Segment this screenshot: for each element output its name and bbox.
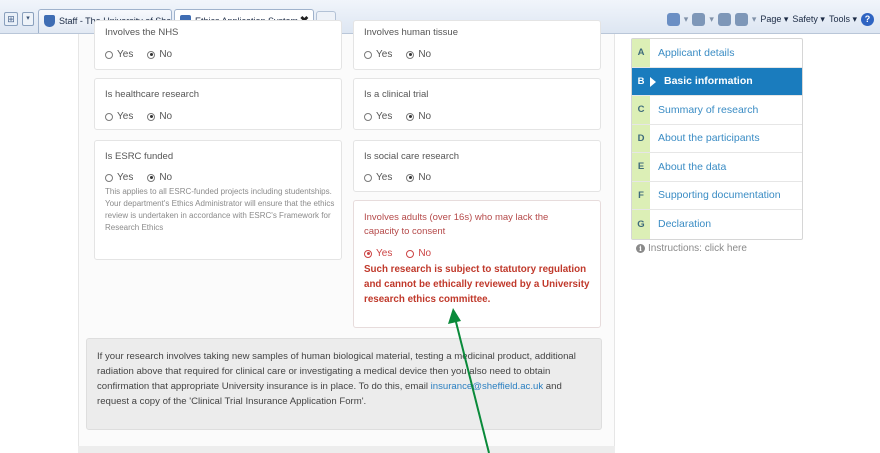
radio-no-label: No [418,172,432,183]
current-section-arrow-icon [650,76,656,87]
radio-group-clinical-trial: Yes No [364,111,431,122]
radio-yes[interactable] [364,112,372,121]
radio-yes[interactable] [364,173,372,182]
radio-yes-label: Yes [117,172,134,183]
question-label: Is healthcare research [105,89,199,100]
radio-yes-label: Yes [376,248,393,259]
safety-menu[interactable]: Safety ▾ [792,14,825,25]
shield-favicon-icon [44,15,55,27]
feeds-icon[interactable] [692,12,706,26]
radio-no-label: No [418,248,432,259]
section-navigation: A Applicant details B Basic information CS… [631,38,803,240]
radio-yes-label: Yes [117,111,134,122]
radio-no[interactable] [406,112,415,121]
nav-label: Summary of research [658,103,759,116]
radio-no-label: No [159,111,173,122]
page-footer-strip [78,446,615,453]
home-icon[interactable] [666,12,680,26]
radio-no[interactable] [147,50,156,59]
radio-yes-label: Yes [376,111,393,122]
question-label: Is a clinical trial [364,89,429,100]
radio-no-label: No [159,49,173,60]
radio-no-label: No [418,111,432,122]
question-card-clinical-trial: Is a clinical trial Yes No [353,78,601,130]
esrc-help-text: This applies to all ESRC-funded projects… [105,187,335,232]
nav-letter: F [632,181,650,209]
mail-icon[interactable] [717,12,731,26]
tab-list-dropdown-icon[interactable]: ▾ [22,12,34,26]
statutory-regulation-warning: Such research is subject to statutory re… [364,264,590,305]
nav-item-about-the-participants[interactable]: D About the participants [632,124,802,153]
radio-no[interactable] [147,173,156,182]
radio-yes[interactable] [105,50,113,59]
instructions-label: Instructions: click here [648,243,747,254]
nav-label: Applicant details [658,46,735,59]
command-bar: ▾ ▾ ▾ Page ▾ Safety ▾ Tools ▾ ? [666,11,874,27]
radio-group-social-care: Yes No [364,172,431,183]
radio-no[interactable] [406,249,415,258]
nav-item-applicant-details[interactable]: A Applicant details [632,39,802,68]
radio-no[interactable] [406,50,415,59]
question-label: Involves the NHS [105,27,179,38]
nav-item-supporting-documentation[interactable]: F Supporting documentation [632,181,802,210]
radio-group-nhs: Yes No [105,49,172,60]
radio-no-label: No [418,49,432,60]
help-icon[interactable]: ? [861,12,874,26]
nav-letter: A [632,39,650,67]
question-label: Involves adults (over 16s) who may lack … [364,212,549,237]
question-card-nhs: Involves the NHS Yes No [94,20,342,70]
radio-yes-label: Yes [376,49,393,60]
nav-letter: C [632,96,650,124]
tools-menu[interactable]: Tools ▾ [829,14,857,25]
nav-label: Declaration [658,218,712,231]
radio-no-label: No [159,172,173,183]
question-card-adults-capacity: Involves adults (over 16s) who may lack … [353,200,601,328]
insurance-info-box: If your research involves taking new sam… [86,338,602,430]
nav-label: About the participants [658,132,760,145]
question-card-human-tissue: Involves human tissue Yes No [353,20,601,70]
nav-label: Basic information [664,75,753,88]
nav-label: About the data [658,160,727,173]
nav-item-declaration[interactable]: G Declaration [632,210,802,239]
nav-item-about-the-data[interactable]: E About the data [632,153,802,182]
print-icon[interactable] [734,12,748,26]
radio-yes[interactable] [105,112,113,121]
nav-item-summary-of-research[interactable]: C Summary of research [632,96,802,125]
question-label: Involves human tissue [364,27,458,38]
insurance-email-link[interactable]: insurance@sheffield.ac.uk [431,381,544,392]
radio-group-human-tissue: Yes No [364,49,431,60]
question-label: Is social care research [364,151,460,162]
nav-letter: G [632,210,650,239]
radio-yes[interactable] [364,249,372,258]
quick-tabs-icon[interactable]: ⊞ [4,12,18,26]
radio-group-healthcare: Yes No [105,111,172,122]
question-card-social-care: Is social care research Yes No [353,140,601,192]
radio-yes-label: Yes [376,172,393,183]
nav-letter: B [632,67,650,95]
question-card-healthcare: Is healthcare research Yes No [94,78,342,130]
radio-no[interactable] [147,112,156,121]
nav-item-basic-information[interactable]: B Basic information [632,67,802,96]
radio-yes[interactable] [105,173,113,182]
nav-letter: D [632,124,650,152]
radio-group-esrc: Yes No [105,172,172,183]
radio-yes[interactable] [364,50,372,59]
radio-group-adults-capacity: Yes No [364,248,431,259]
nav-label: Supporting documentation [658,189,781,202]
question-label: Is ESRC funded [105,151,174,162]
insurance-info-text: If your research involves taking new sam… [97,349,593,409]
radio-no[interactable] [406,173,415,182]
question-card-esrc: Is ESRC funded Yes No This applies to al… [94,140,342,260]
info-icon: i [636,244,645,253]
nav-letter: E [632,153,650,181]
page-menu[interactable]: Page ▾ [760,14,788,25]
instructions-link[interactable]: i Instructions: click here [636,243,747,254]
radio-yes-label: Yes [117,49,134,60]
